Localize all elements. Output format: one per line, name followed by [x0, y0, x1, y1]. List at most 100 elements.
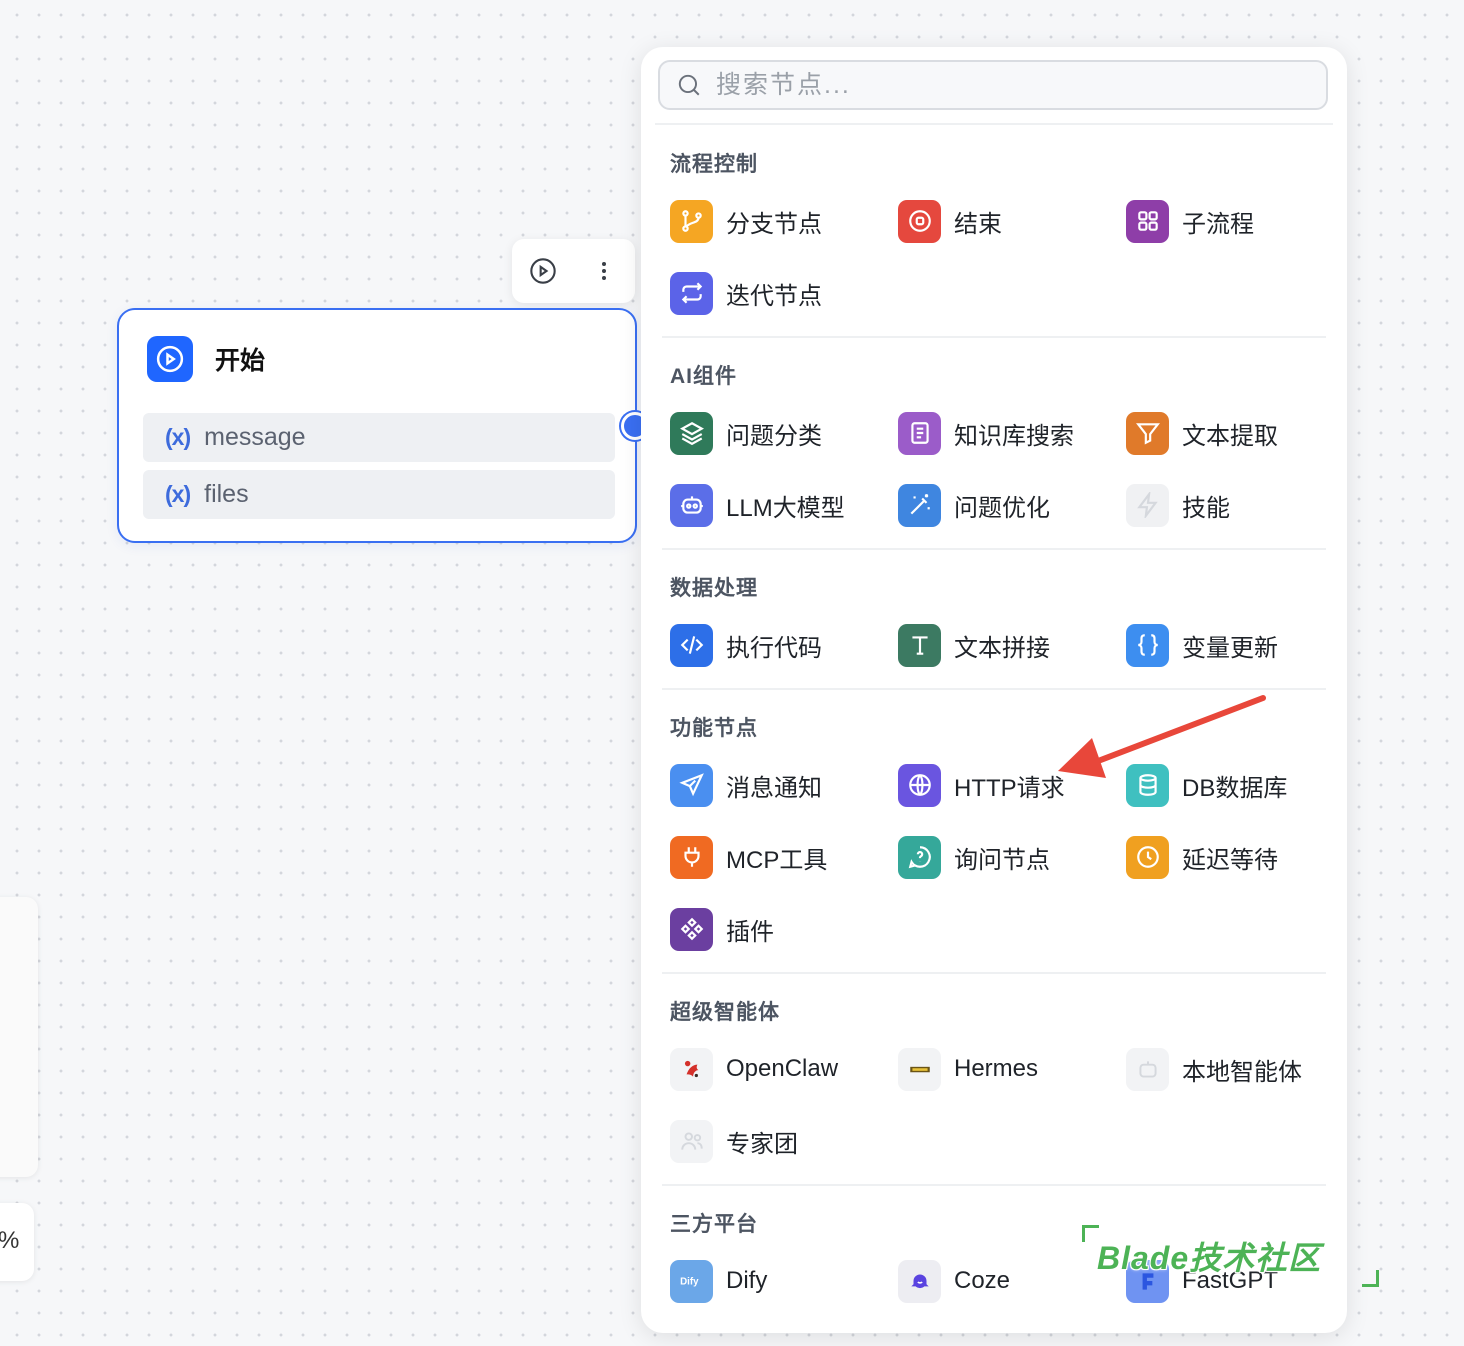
- variable-row-files[interactable]: (x) files: [143, 470, 615, 519]
- run-node-button[interactable]: [523, 251, 563, 291]
- users-icon: [670, 1119, 713, 1163]
- node-item-label: 问题优化: [954, 494, 1050, 522]
- robot-outline-icon: [1126, 1047, 1169, 1091]
- node-item-label: Dify: [726, 1267, 768, 1294]
- node-item-message-notify[interactable]: 消息通知: [670, 763, 822, 807]
- node-item-dify[interactable]: Dify Dify: [670, 1259, 767, 1303]
- coze-logo-icon: [898, 1259, 941, 1303]
- node-item-text-extract[interactable]: 文本提取: [1126, 411, 1278, 455]
- node-item-label: Coze: [954, 1267, 1011, 1294]
- play-circle-icon: [530, 258, 556, 284]
- node-item-label: HTTP请求: [954, 774, 1065, 802]
- more-options-button[interactable]: [584, 251, 624, 291]
- variable-row-message[interactable]: (x) message: [143, 413, 615, 462]
- node-item-label: Hermes: [954, 1055, 1039, 1082]
- node-item-branch[interactable]: 分支节点: [670, 199, 822, 243]
- node-item-plugin[interactable]: 插件: [670, 907, 774, 951]
- node-item-iteration[interactable]: 迭代节点: [670, 271, 822, 315]
- node-item-label: 延迟等待: [1182, 846, 1278, 874]
- node-picker-panel: 流程控制 分支节点 结束 子流程 迭代节点 AI组件 问题分类 知识库搜索 文本…: [641, 47, 1347, 1333]
- node-item-llm[interactable]: LLM大模型: [670, 483, 845, 527]
- zoom-percent: %: [0, 1227, 20, 1254]
- node-item-variable-update[interactable]: 变量更新: [1126, 623, 1278, 667]
- search-icon: [678, 74, 700, 96]
- node-item-hermes[interactable]: Hermes: [898, 1047, 1038, 1091]
- node-item-label: 插件: [726, 918, 774, 946]
- clock-icon: [1126, 835, 1169, 879]
- search-box[interactable]: [658, 60, 1328, 110]
- robot-icon: [670, 483, 713, 527]
- grid-icon: [1126, 199, 1169, 243]
- node-toolbar: [512, 239, 635, 303]
- svg-text:Dify: Dify: [680, 1276, 699, 1287]
- node-item-label: 消息通知: [726, 774, 822, 802]
- node-item-label: 技能: [1182, 494, 1230, 522]
- divider: [662, 1184, 1326, 1186]
- more-vertical-icon: [602, 262, 607, 280]
- divider: [662, 688, 1326, 690]
- variable-name: message: [204, 423, 306, 451]
- node-item-subflow[interactable]: 子流程: [1126, 199, 1254, 243]
- node-item-openclaw[interactable]: OpenClaw: [670, 1047, 838, 1091]
- repeat-icon: [670, 271, 713, 315]
- divider: [662, 336, 1326, 338]
- search-input[interactable]: [714, 69, 1298, 101]
- divider: [662, 548, 1326, 550]
- node-item-label: 变量更新: [1182, 634, 1278, 662]
- braces-icon: [1126, 623, 1169, 667]
- section-title-function: 功能节点: [670, 717, 758, 740]
- node-item-delay[interactable]: 延迟等待: [1126, 835, 1278, 879]
- side-panel: [0, 897, 38, 1177]
- section-title-ai: AI组件: [670, 365, 737, 388]
- start-node[interactable]: 开始 (x) message (x) files: [117, 308, 637, 543]
- node-item-label: LLM大模型: [726, 494, 845, 522]
- divider: [662, 972, 1326, 974]
- filter-icon: [1126, 411, 1169, 455]
- section-title-flow-control: 流程控制: [670, 153, 758, 176]
- watermark-text: Blade技术社区: [1097, 1240, 1322, 1276]
- node-item-label: 结束: [954, 210, 1002, 238]
- node-item-label: DB数据库: [1182, 774, 1288, 802]
- node-item-label: OpenClaw: [726, 1055, 839, 1082]
- node-item-label: 专家团: [726, 1130, 798, 1158]
- code-icon: [670, 623, 713, 667]
- globe-icon: [898, 763, 941, 807]
- layers-icon: [670, 411, 713, 455]
- node-item-database[interactable]: DB数据库: [1126, 763, 1287, 807]
- section-title-super-agent: 超级智能体: [670, 1001, 780, 1024]
- node-item-local-agent[interactable]: 本地智能体: [1126, 1047, 1302, 1091]
- section-title-data: 数据处理: [670, 577, 758, 600]
- node-item-question-classify[interactable]: 问题分类: [670, 411, 822, 455]
- node-item-http-request[interactable]: HTTP请求: [898, 763, 1065, 807]
- zoom-widget[interactable]: %: [0, 1203, 34, 1281]
- variable-icon: (x): [165, 481, 191, 507]
- node-item-skill[interactable]: 技能: [1126, 483, 1230, 527]
- node-item-question-optimize[interactable]: 问题优化: [898, 483, 1050, 527]
- node-item-expert-team[interactable]: 专家团: [670, 1119, 798, 1163]
- node-item-coze[interactable]: Coze: [898, 1259, 1010, 1303]
- node-item-code[interactable]: 执行代码: [670, 623, 822, 667]
- node-item-label: 执行代码: [726, 634, 822, 662]
- database-icon: [1126, 763, 1169, 807]
- dify-logo-icon: Dify: [670, 1259, 713, 1303]
- node-item-label: 知识库搜索: [954, 422, 1074, 450]
- watermark-bracket: [1362, 1270, 1379, 1287]
- node-item-label: 迭代节点: [726, 282, 822, 310]
- variable-icon: (x): [165, 424, 191, 450]
- text-t-icon: [898, 623, 941, 667]
- node-item-ask[interactable]: 询问节点: [898, 835, 1050, 879]
- node-item-knowledge-search[interactable]: 知识库搜索: [898, 411, 1074, 455]
- question-chat-icon: [898, 835, 941, 879]
- node-item-end[interactable]: 结束: [898, 199, 1002, 243]
- plugin-icon: [670, 907, 713, 951]
- play-circle-icon: [147, 336, 193, 382]
- node-item-label: 文本拼接: [954, 634, 1050, 662]
- branch-icon: [670, 199, 713, 243]
- node-item-label: 子流程: [1182, 210, 1254, 238]
- send-icon: [670, 763, 713, 807]
- node-item-label: 询问节点: [954, 846, 1050, 874]
- node-item-text-concat[interactable]: 文本拼接: [898, 623, 1050, 667]
- hermes-logo-icon: [898, 1047, 941, 1091]
- node-item-mcp-tool[interactable]: MCP工具: [670, 835, 827, 879]
- lightning-icon: [1126, 483, 1169, 527]
